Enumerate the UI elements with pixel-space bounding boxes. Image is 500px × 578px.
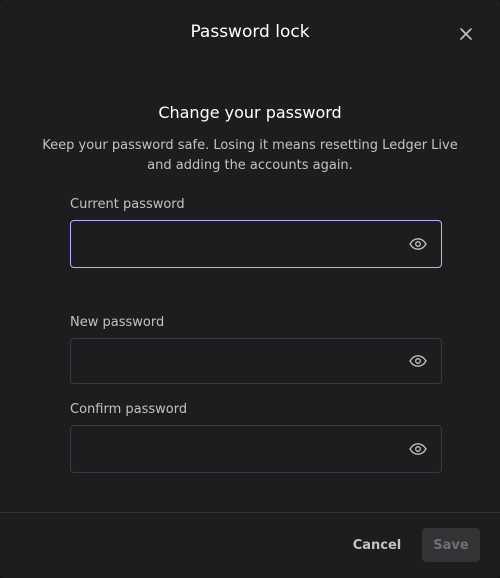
show-confirm-password-toggle[interactable]: [409, 443, 427, 455]
close-button[interactable]: [456, 24, 476, 44]
new-password-field[interactable]: [70, 338, 442, 384]
confirm-password-field[interactable]: [70, 425, 442, 473]
cancel-button[interactable]: Cancel: [346, 529, 408, 561]
footer-divider: [0, 512, 500, 513]
new-password-label: New password: [70, 315, 165, 330]
form-description: Keep your password safe. Losing it means…: [42, 138, 458, 173]
new-password-input[interactable]: [71, 339, 391, 383]
current-password-field[interactable]: [70, 220, 442, 268]
save-button[interactable]: Save: [422, 528, 480, 562]
current-password-input[interactable]: [71, 221, 391, 267]
modal-title: Password lock: [190, 22, 310, 42]
eye-icon: [409, 238, 427, 250]
eye-icon: [409, 443, 427, 455]
show-new-password-toggle[interactable]: [409, 355, 427, 367]
show-current-password-toggle[interactable]: [409, 238, 427, 250]
confirm-password-label: Confirm password: [70, 402, 188, 417]
form-heading: Change your password: [158, 103, 342, 122]
eye-icon: [409, 355, 427, 367]
password-lock-modal: Password lock Change your password Keep …: [0, 0, 500, 578]
close-icon: [460, 28, 472, 40]
current-password-label: Current password: [70, 197, 185, 212]
confirm-password-input[interactable]: [71, 426, 391, 472]
